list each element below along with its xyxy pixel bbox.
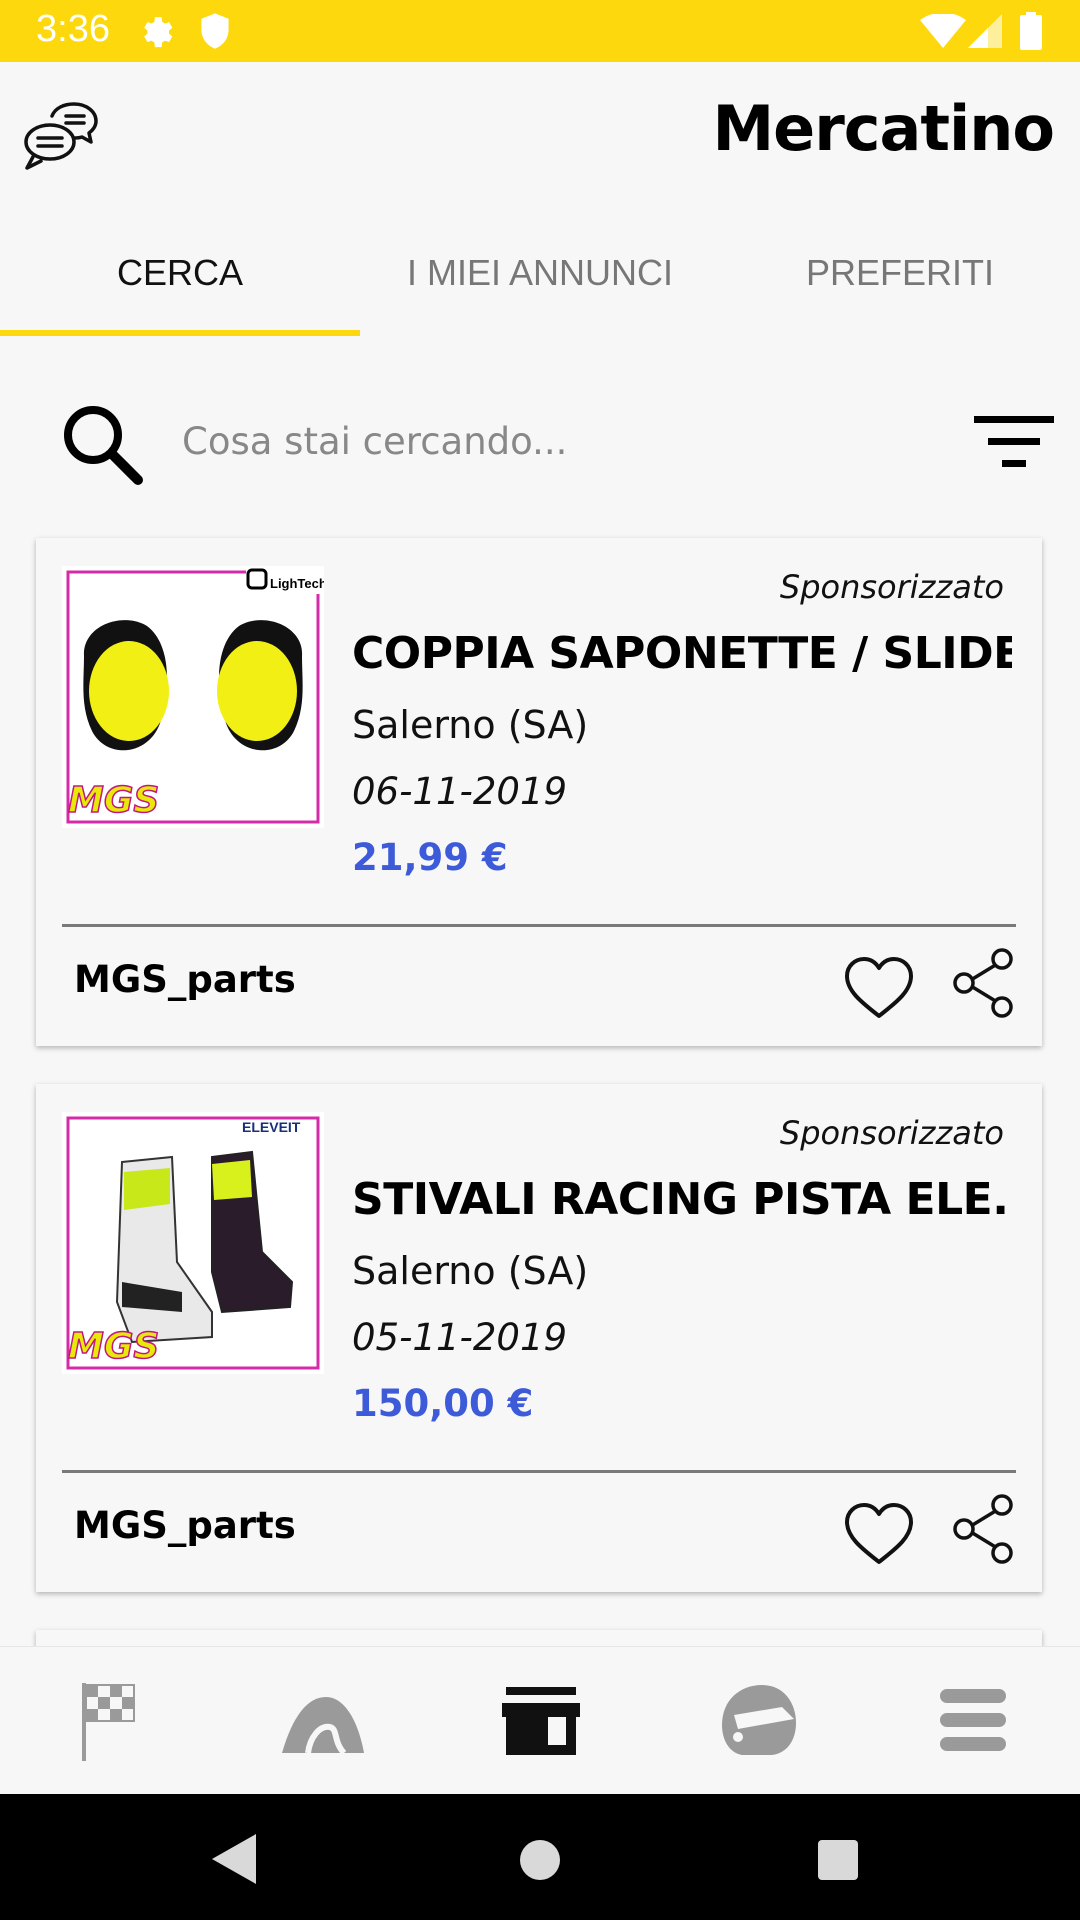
- checkered-flag-icon[interactable]: [62, 1675, 152, 1765]
- share-icon[interactable]: [952, 1494, 1016, 1564]
- home-icon[interactable]: [518, 1838, 562, 1882]
- seller-name[interactable]: MGS_parts: [74, 958, 296, 1001]
- signal-icon: [968, 14, 1002, 48]
- store-icon[interactable]: [496, 1675, 586, 1765]
- divider: [62, 924, 1016, 927]
- svg-text:MGS: MGS: [68, 1326, 159, 1367]
- listing-location: Salerno (SA): [352, 1249, 589, 1293]
- favorite-heart-icon[interactable]: [844, 956, 914, 1020]
- listing-date: 05-11-2019: [352, 1316, 568, 1359]
- app-bar: Mercatino: [0, 62, 1080, 202]
- svg-text:MGS: MGS: [68, 780, 159, 821]
- helmet-icon[interactable]: [712, 1675, 802, 1765]
- search-bar: [0, 380, 1080, 500]
- battery-icon: [1020, 12, 1042, 50]
- track-road-icon[interactable]: [278, 1675, 368, 1765]
- bottom-navigation: [0, 1646, 1080, 1795]
- page-title: Mercatino: [712, 92, 1055, 165]
- listing-title[interactable]: COPPIA SAPONETTE / SLIDE...: [352, 628, 1012, 679]
- listing-title[interactable]: STIVALI RACING PISTA ELE...: [352, 1174, 1012, 1225]
- settings-icon: [144, 17, 173, 48]
- favorite-heart-icon[interactable]: [844, 1502, 914, 1566]
- active-tab-indicator: [0, 330, 360, 336]
- tab-cerca[interactable]: CERCA: [0, 218, 360, 336]
- divider: [62, 1470, 1016, 1473]
- shield-icon: [201, 13, 229, 49]
- share-icon[interactable]: [952, 948, 1016, 1018]
- svg-text:ELEVEIT: ELEVEIT: [242, 1119, 301, 1135]
- listing-card[interactable]: LighTech MGS Sponsorizzato COPPIA SAPONE…: [36, 538, 1042, 1046]
- listing-price: 150,00 €: [352, 1382, 534, 1425]
- search-icon[interactable]: [60, 402, 144, 486]
- listing-location: Salerno (SA): [352, 703, 589, 747]
- tab-preferiti[interactable]: PREFERITI: [720, 218, 1080, 336]
- filter-icon[interactable]: [972, 414, 1056, 474]
- listing-image[interactable]: ELEVEIT MGS: [62, 1112, 324, 1374]
- seller-name[interactable]: MGS_parts: [74, 1504, 296, 1547]
- status-bar: 3:36: [0, 0, 1080, 62]
- listing-card[interactable]: ELEVEIT MGS Sponsorizzato STIVALI RACING…: [36, 1084, 1042, 1592]
- status-time: 3:36: [36, 8, 110, 50]
- sponsored-label: Sponsorizzato: [779, 1114, 1004, 1152]
- back-icon[interactable]: [212, 1834, 258, 1884]
- sponsored-label: Sponsorizzato: [779, 568, 1004, 606]
- system-navigation-bar: [0, 1794, 1080, 1920]
- chat-icon[interactable]: [22, 102, 98, 172]
- menu-icon[interactable]: [928, 1675, 1018, 1765]
- wifi-icon: [920, 14, 966, 48]
- listing-date: 06-11-2019: [352, 770, 568, 813]
- recents-icon[interactable]: [816, 1838, 860, 1882]
- tab-bar: CERCA I MIEI ANNUNCI PREFERITI: [0, 218, 1080, 336]
- search-input[interactable]: [180, 400, 944, 482]
- svg-text:LighTech: LighTech: [270, 576, 324, 591]
- listing-image[interactable]: LighTech MGS: [62, 566, 327, 828]
- listing-price: 21,99 €: [352, 836, 508, 879]
- tab-i-miei-annunci[interactable]: I MIEI ANNUNCI: [360, 218, 720, 336]
